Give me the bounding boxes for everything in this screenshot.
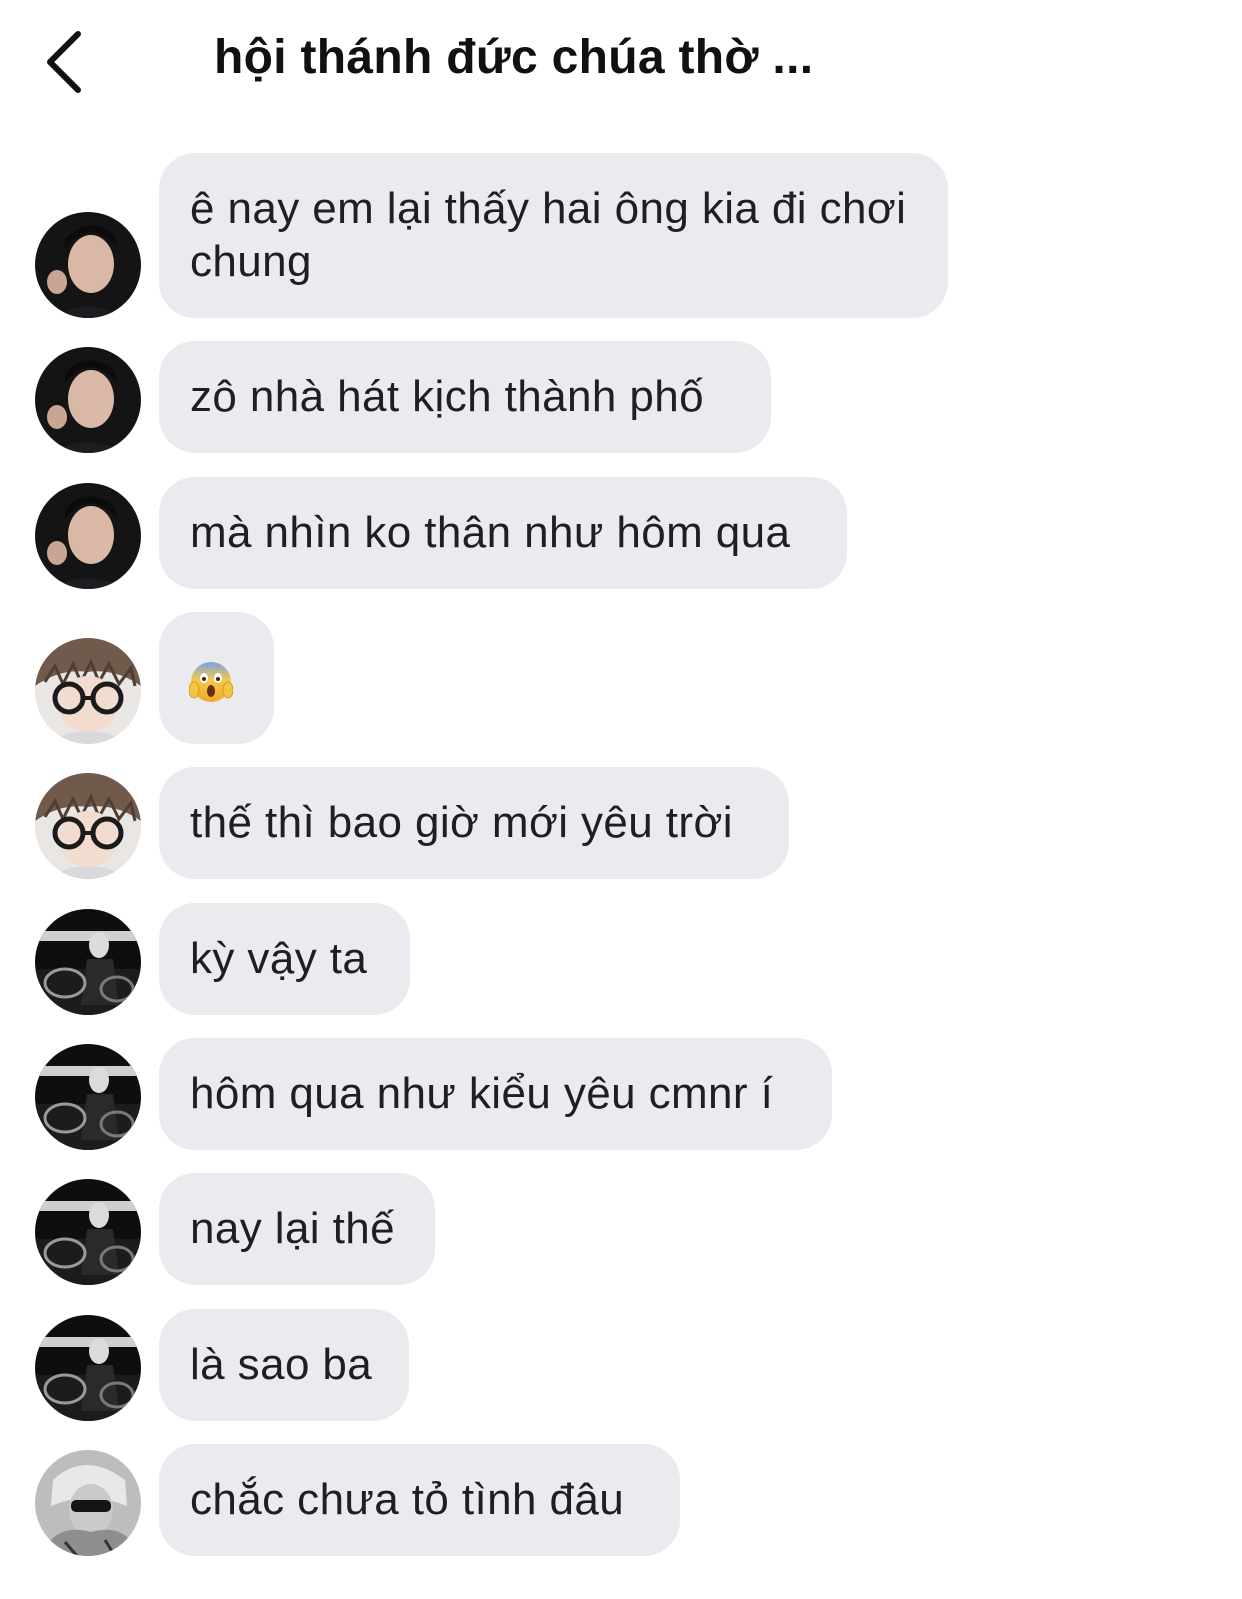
avatar[interactable] — [35, 773, 141, 879]
message-bubble[interactable]: nay lại thế — [159, 1173, 435, 1285]
message-bubble[interactable]: là sao ba — [159, 1309, 409, 1421]
message-bubble[interactable] — [159, 612, 274, 744]
message-text: thế thì bao giờ mới yêu trời — [190, 798, 733, 847]
avatar-image — [35, 347, 141, 453]
message-text: zô nhà hát kịch thành phố — [190, 372, 704, 421]
message-text: nay lại thế — [190, 1204, 395, 1253]
avatar[interactable] — [35, 909, 141, 1015]
avatar[interactable] — [35, 638, 141, 744]
avatar[interactable] — [35, 1315, 141, 1421]
avatar[interactable] — [35, 212, 141, 318]
message-text: chắc chưa tỏ tình đâu — [190, 1475, 625, 1524]
face-screaming-in-fear-icon — [189, 660, 233, 704]
message-text: ê nay em lại thấy hai ông kia đi chơi ch… — [190, 184, 907, 286]
avatar[interactable] — [35, 483, 141, 589]
message-text: kỳ vậy ta — [190, 934, 368, 983]
message-bubble[interactable]: hôm qua như kiểu yêu cmnr í — [159, 1038, 832, 1150]
message-bubble[interactable]: zô nhà hát kịch thành phố — [159, 341, 771, 453]
avatar[interactable] — [35, 1044, 141, 1150]
message-bubble[interactable]: ê nay em lại thấy hai ông kia đi chơi ch… — [159, 153, 948, 318]
message-text: hôm qua như kiểu yêu cmnr í — [190, 1069, 774, 1118]
avatar-image — [35, 909, 141, 1015]
avatar-image — [35, 212, 141, 318]
avatar[interactable] — [35, 347, 141, 453]
message-text: là sao ba — [190, 1340, 373, 1389]
avatar-image — [35, 483, 141, 589]
avatar[interactable] — [35, 1450, 141, 1556]
avatar-image — [35, 638, 141, 744]
avatar-image — [35, 773, 141, 879]
message-bubble[interactable]: chắc chưa tỏ tình đâu — [159, 1444, 680, 1556]
avatar[interactable] — [35, 1179, 141, 1285]
avatar-image — [35, 1315, 141, 1421]
message-thread: ê nay em lại thấy hai ông kia đi chơi ch… — [0, 0, 1242, 1599]
message-bubble[interactable]: thế thì bao giờ mới yêu trời — [159, 767, 789, 879]
message-bubble[interactable]: mà nhìn ko thân như hôm qua — [159, 477, 847, 589]
avatar-image — [35, 1044, 141, 1150]
message-text: mà nhìn ko thân như hôm qua — [190, 508, 791, 557]
message-bubble[interactable]: kỳ vậy ta — [159, 903, 410, 1015]
avatar-image — [35, 1450, 141, 1556]
avatar-image — [35, 1179, 141, 1285]
